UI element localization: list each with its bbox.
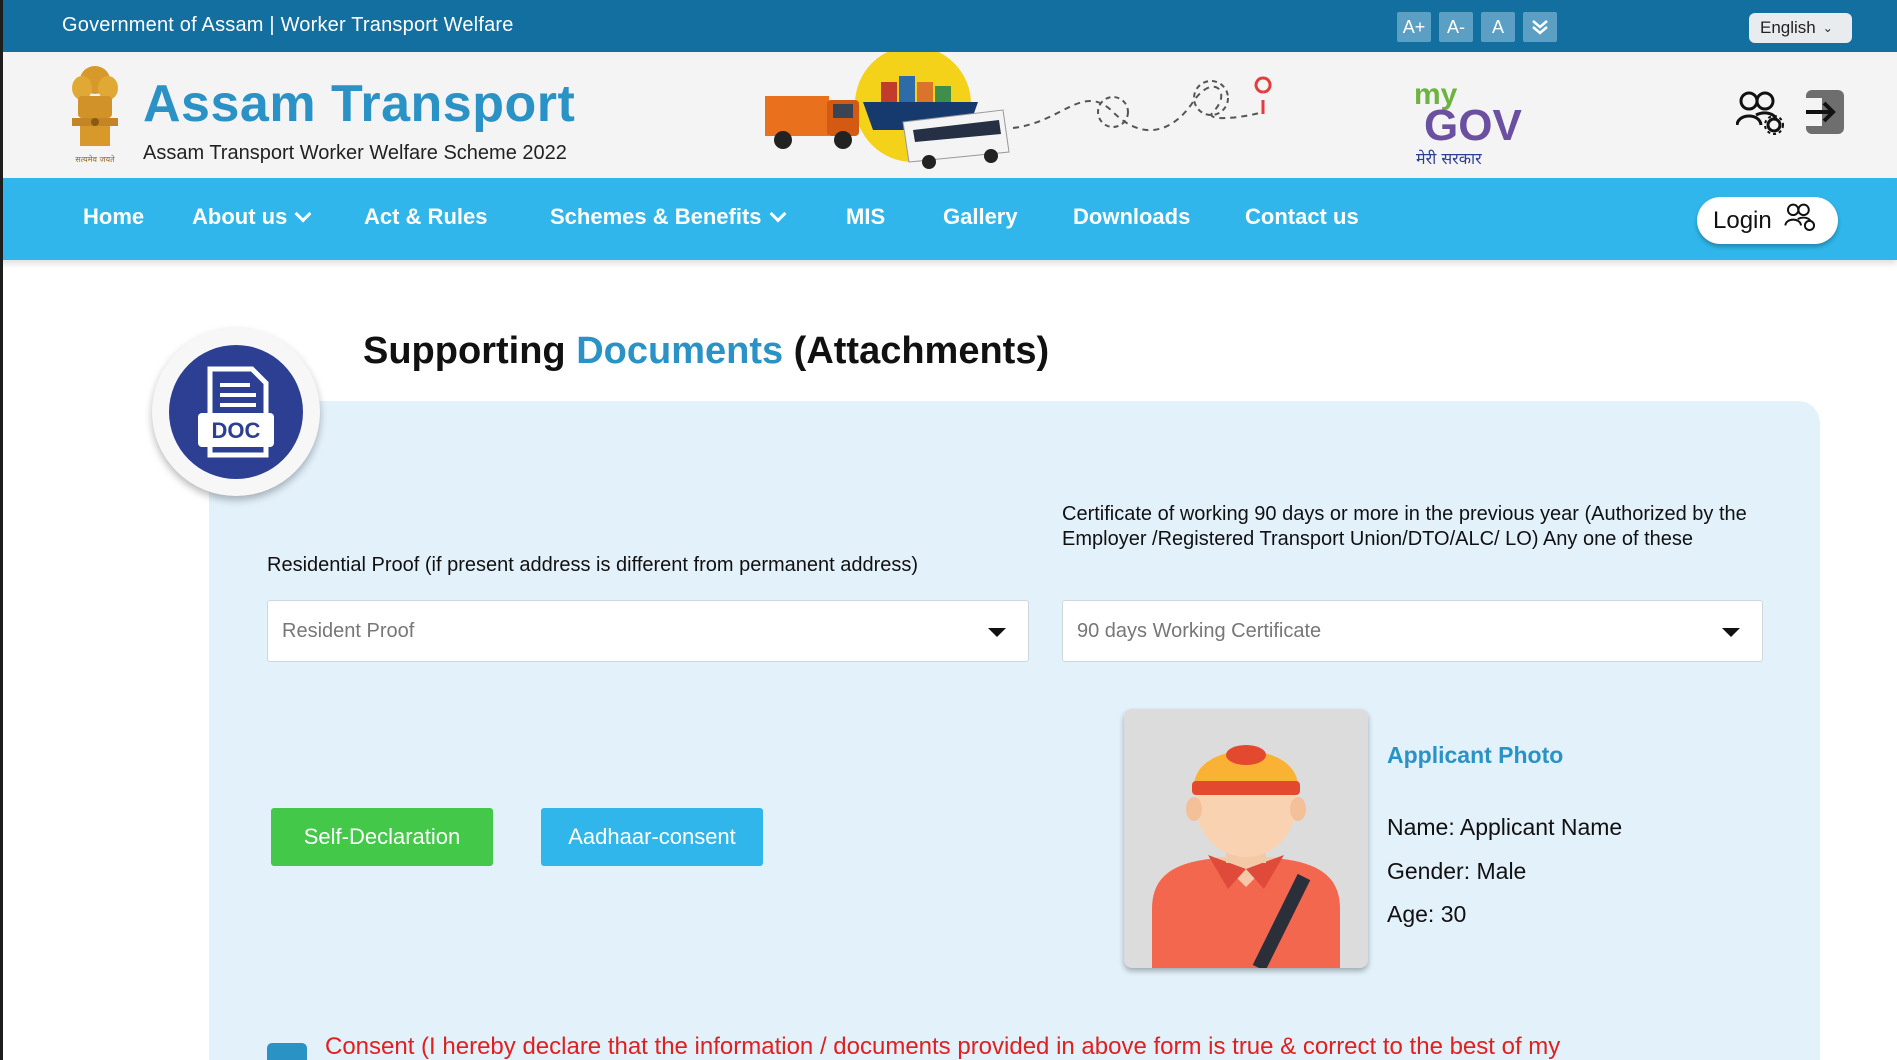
language-label: English	[1760, 18, 1816, 37]
site-title: Assam Transport	[143, 75, 576, 133]
header-actions	[1735, 88, 1846, 141]
site-subtitle: Assam Transport Worker Welfare Scheme 20…	[143, 142, 567, 164]
mygov-caption: मेरी सरकार	[1416, 149, 1482, 168]
dropdown-arrow-icon	[1722, 628, 1740, 637]
nav-mis[interactable]: MIS	[846, 204, 885, 230]
title-accent: Documents	[576, 330, 784, 372]
font-size-controls: A+ A- A	[1397, 12, 1557, 42]
main-nav: Home About us Act & Rules Schemes & Bene…	[0, 178, 1897, 260]
documents-panel	[209, 401, 1820, 1060]
transport-illustration	[763, 46, 1283, 178]
language-select[interactable]: English ⌄	[1749, 13, 1852, 43]
working-certificate-select[interactable]: 90 days Working Certificate	[1062, 600, 1763, 662]
residential-proof-select[interactable]: Resident Proof	[267, 600, 1029, 662]
residential-proof-label: Residential Proof (if present address is…	[267, 554, 919, 576]
working-certificate-label: Certificate of working 90 days or more i…	[1062, 503, 1747, 550]
self-declaration-button[interactable]: Self-Declaration	[271, 808, 493, 866]
residential-proof-placeholder: Resident Proof	[282, 619, 415, 642]
applicant-age: Age: 30	[1387, 901, 1467, 927]
nav-act-rules-label: Act & Rules	[364, 204, 488, 229]
nav-home-label: Home	[83, 204, 145, 229]
applicant-gender: Gender: Male	[1387, 858, 1527, 884]
nav-downloads[interactable]: Downloads	[1073, 204, 1190, 230]
top-bar: Government of Assam | Worker Transport W…	[0, 0, 1897, 52]
working-certificate-placeholder: 90 days Working Certificate	[1077, 619, 1322, 642]
applicant-name: Name: Applicant Name	[1387, 814, 1623, 840]
font-decrease-button[interactable]: A-	[1439, 12, 1473, 42]
dropdown-arrow-icon	[988, 628, 1006, 637]
consent-text: Consent (I hereby declare that the infor…	[325, 1033, 1561, 1060]
nav-mis-label: MIS	[846, 204, 886, 229]
nav-about-us[interactable]: About us	[192, 204, 312, 230]
user-settings-icon	[1784, 202, 1818, 239]
nav-schemes-label: Schemes & Benefits	[550, 204, 762, 229]
site-header: सत्यमेव जयते Assam Transport Assam Trans…	[0, 46, 1897, 178]
title-prefix: Supporting	[363, 330, 577, 372]
chevron-down-icon	[769, 205, 787, 223]
login-label: Login	[1713, 206, 1772, 234]
mygov-gov-text: GOV	[1424, 101, 1522, 150]
nav-downloads-label: Downloads	[1073, 204, 1191, 229]
login-button[interactable]: Login	[1697, 197, 1838, 244]
nav-contact-us[interactable]: Contact us	[1245, 204, 1359, 230]
page-title: Supporting Documents (Attachments)	[363, 330, 1049, 373]
applicant-avatar-icon	[1152, 745, 1340, 968]
chevron-down-icon: ⌄	[1822, 21, 1833, 35]
nav-schemes-benefits[interactable]: Schemes & Benefits	[550, 204, 787, 230]
applicant-photo-heading: Applicant Photo	[1387, 742, 1564, 768]
doc-badge-text: DOC	[212, 418, 261, 443]
mygov-logo[interactable]: my GOV मेरी सरकार	[1412, 78, 1522, 170]
document-icon: DOC	[198, 366, 274, 458]
skip-down-icon[interactable]	[1523, 12, 1557, 42]
nav-act-rules[interactable]: Act & Rules	[364, 204, 487, 230]
font-increase-button[interactable]: A+	[1397, 12, 1431, 42]
font-reset-button[interactable]: A	[1481, 12, 1515, 42]
logout-icon[interactable]	[1800, 88, 1846, 141]
title-suffix: (Attachments)	[783, 330, 1050, 372]
nav-gallery-label: Gallery	[943, 204, 1018, 229]
consent-checkbox[interactable]	[267, 1043, 307, 1060]
aadhaar-consent-button[interactable]: Aadhaar-consent	[541, 808, 763, 866]
chevron-down-icon	[294, 205, 312, 223]
nav-gallery[interactable]: Gallery	[943, 204, 1018, 230]
window-edge	[0, 0, 3, 1060]
emblem-caption: सत्यमेव जयते	[75, 154, 115, 164]
state-emblem-icon: सत्यमेव जयते	[60, 62, 130, 170]
doc-badge: DOC	[152, 328, 320, 496]
user-settings-icon[interactable]	[1735, 89, 1786, 140]
nav-about-us-label: About us	[192, 204, 288, 229]
applicant-photo	[1124, 709, 1368, 968]
nav-home[interactable]: Home	[83, 204, 144, 230]
nav-contact-label: Contact us	[1245, 204, 1359, 229]
gov-text: Government of Assam | Worker Transport W…	[62, 14, 514, 36]
